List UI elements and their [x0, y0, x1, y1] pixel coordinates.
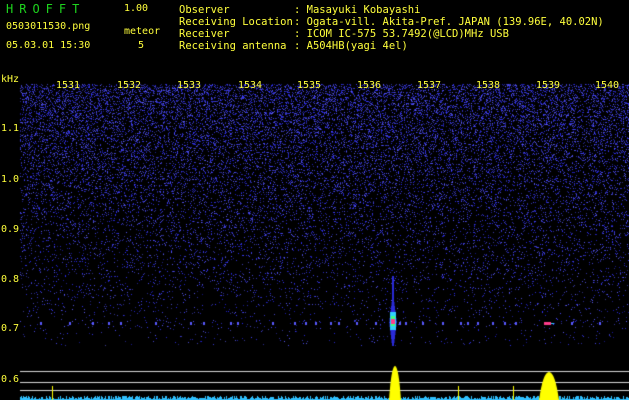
x-tick-label: 1539 [535, 80, 561, 91]
spectrogram-canvas [0, 76, 629, 400]
y-tick-label: 0.8 [1, 274, 20, 285]
meteor-label: meteor [124, 26, 161, 37]
capture-datetime: 05.03.01 15:30 [6, 40, 91, 51]
x-tick-label: 1532 [116, 80, 142, 91]
x-tick-label: 1536 [356, 80, 382, 91]
receiver-label: Receiver [179, 28, 230, 40]
antenna-value: : A504HB(yagi 4el) [294, 40, 408, 52]
location-label: Receiving Location [179, 16, 293, 28]
x-tick-label: 1535 [296, 80, 322, 91]
receiver-value: : ICOM IC-575 53.7492(@LCD)MHz USB [294, 28, 509, 40]
x-tick-label: 1540 [594, 80, 620, 91]
meteor-count: 5 [138, 40, 145, 51]
header-panel: HROFFT 1.00 0503011530.png meteor 05.03.… [0, 0, 629, 76]
x-tick-label: 1533 [176, 80, 202, 91]
app-brand: HROFFT [6, 2, 86, 16]
y-axis-unit: kHz [1, 74, 20, 85]
y-tick-label: 1.0 [1, 174, 20, 185]
app-version: 1.00 [124, 3, 149, 14]
x-tick-label: 1537 [416, 80, 442, 91]
x-tick-label: 1534 [237, 80, 263, 91]
y-tick-label: 0.9 [1, 224, 20, 235]
y-tick-label: 0.7 [1, 323, 20, 334]
location-value: : Ogata-vill. Akita-Pref. JAPAN (139.96E… [294, 16, 604, 28]
y-tick-label: 1.1 [1, 123, 20, 134]
observer-label: Observer [179, 4, 230, 16]
antenna-label: Receiving antenna [179, 40, 287, 52]
observer-value: : Masayuki Kobayashi [294, 4, 421, 16]
x-tick-label: 1531 [55, 80, 81, 91]
image-filename: 0503011530.png [6, 21, 91, 32]
y-tick-label: 0.6 [1, 374, 20, 385]
x-tick-label: 1538 [475, 80, 501, 91]
